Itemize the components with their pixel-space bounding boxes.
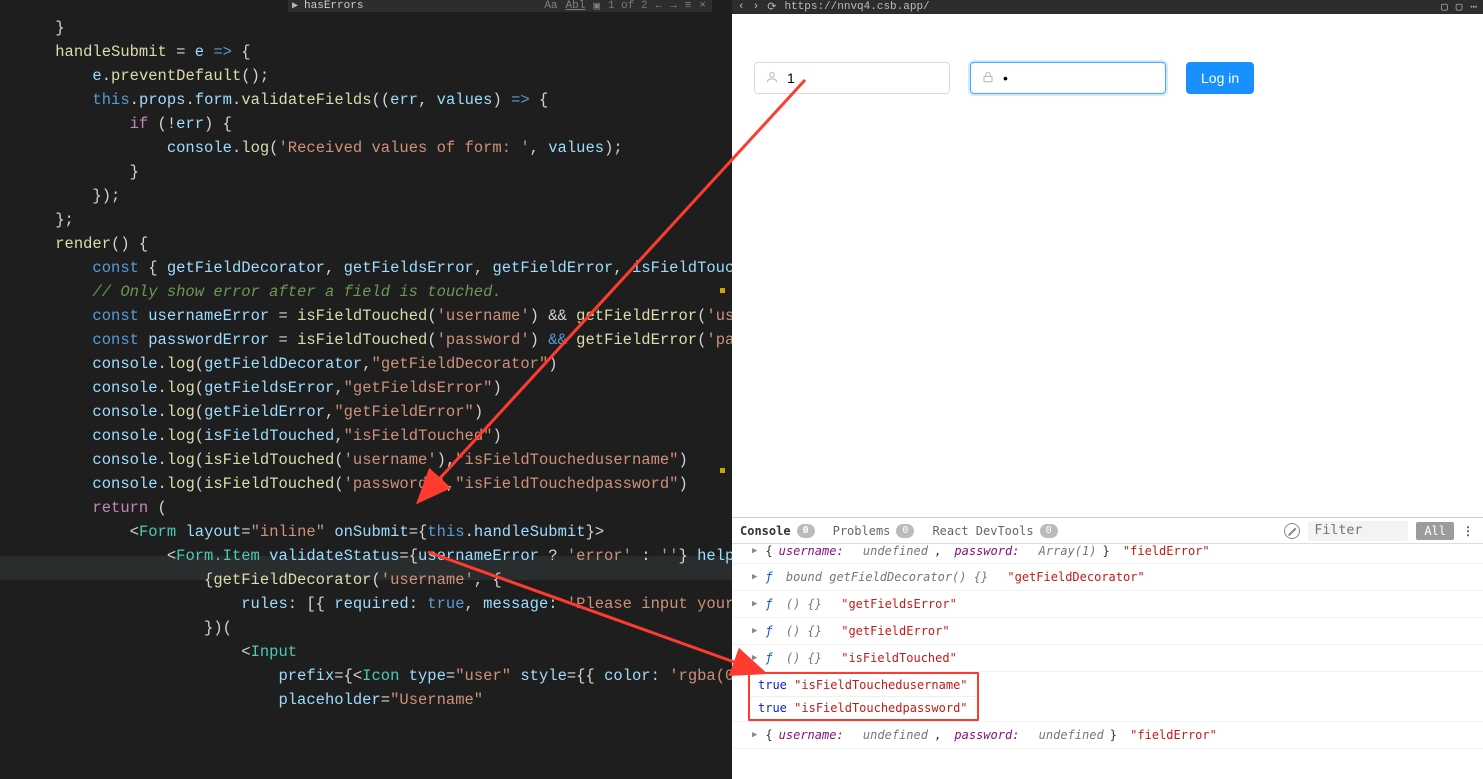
code-line[interactable]: const { getFieldDecorator, getFieldsErro… — [18, 256, 732, 280]
open-new-window-icon[interactable]: ▢ — [1441, 0, 1448, 14]
tab-console[interactable]: Console 0 — [740, 524, 815, 538]
code-line[interactable]: console.log('Received values of form: ',… — [18, 136, 732, 160]
regex-icon[interactable]: ▣ — [593, 0, 600, 13]
browser-toolbar: ‹ › ⟳ https://nnvq4.csb.app/ ▢ ▢ ⋯ — [732, 0, 1483, 14]
code-line[interactable]: const passwordError = isFieldTouched('pa… — [18, 328, 732, 352]
expand-icon[interactable]: ▶ — [752, 653, 757, 663]
expand-icon[interactable]: ▶ — [752, 572, 757, 582]
code-line[interactable]: prefix={<Icon type="user" style={{ color… — [18, 664, 732, 688]
code-line[interactable]: console.log(isFieldTouched,"isFieldTouch… — [18, 424, 732, 448]
reload-icon[interactable]: ⟳ — [767, 0, 776, 14]
console-output[interactable]: ▶{username: undefined, password: Array(1… — [732, 544, 1483, 779]
user-icon — [765, 70, 779, 87]
expand-icon[interactable]: ▶ — [752, 546, 757, 556]
tab-react-devtools[interactable]: React DevTools 0 — [932, 524, 1057, 538]
code-line[interactable]: }; — [18, 208, 732, 232]
clear-console-icon[interactable] — [1284, 523, 1300, 539]
annotation-highlight-box: true "isFieldTouchedusername"true "isFie… — [748, 672, 979, 721]
code-line[interactable]: {getFieldDecorator('username', { — [18, 568, 732, 592]
code-line[interactable]: <Form layout="inline" onSubmit={this.han… — [18, 520, 732, 544]
code-line[interactable]: })( — [18, 616, 732, 640]
code-line[interactable]: console.log(getFieldError,"getFieldError… — [18, 400, 732, 424]
code-line[interactable]: e.preventDefault(); — [18, 64, 732, 88]
back-icon[interactable]: ‹ — [738, 1, 745, 13]
expand-icon[interactable]: ▶ — [752, 599, 757, 609]
preview-viewport: 1 • Log in — [732, 14, 1483, 517]
console-entry[interactable]: ▶ƒ bound getFieldDecorator() {} "getFiel… — [732, 564, 1483, 591]
code-line[interactable]: const usernameError = isFieldTouched('us… — [18, 304, 732, 328]
next-match-icon[interactable]: → — [670, 0, 677, 12]
chevron-right-icon[interactable]: ▶ — [292, 0, 298, 12]
browser-pane: ‹ › ⟳ https://nnvq4.csb.app/ ▢ ▢ ⋯ 1 • L… — [732, 0, 1483, 779]
password-input[interactable]: • — [970, 62, 1166, 94]
console-entry[interactable]: ▶ƒ () {} "isFieldTouched" — [732, 645, 1483, 672]
expand-icon[interactable]: ▶ — [752, 730, 757, 740]
whole-word-icon[interactable]: Abl — [566, 0, 586, 12]
devtools-tabs: Console 0 Problems 0 React DevTools 0 Al… — [732, 518, 1483, 544]
console-entry[interactable]: ▶{username: undefined, password: undefin… — [732, 722, 1483, 749]
console-entry[interactable]: ▶{username: undefined, password: Array(1… — [732, 544, 1483, 564]
code-body[interactable]: } handleSubmit = e => { e.preventDefault… — [0, 0, 732, 712]
code-editor[interactable]: ▶ hasErrors Aa Abl ▣ 1 of 2 ← → ≡ × } ha… — [0, 0, 732, 779]
code-line[interactable]: console.log(isFieldTouched('username'),"… — [18, 448, 732, 472]
open-new-window-icon[interactable]: ▢ — [1456, 0, 1463, 14]
username-value: 1 — [787, 70, 795, 86]
code-line[interactable]: handleSubmit = e => { — [18, 40, 732, 64]
forward-icon[interactable]: › — [753, 1, 760, 13]
console-entry[interactable]: ▶ƒ () {} "getFieldsError" — [732, 591, 1483, 618]
code-line[interactable]: } — [18, 160, 732, 184]
username-input[interactable]: 1 — [754, 62, 950, 94]
code-line[interactable]: console.log(getFieldsError,"getFieldsErr… — [18, 376, 732, 400]
code-line[interactable]: }); — [18, 184, 732, 208]
find-widget[interactable]: ▶ hasErrors Aa Abl ▣ 1 of 2 ← → ≡ × — [288, 0, 712, 12]
code-line[interactable]: return ( — [18, 496, 732, 520]
prev-match-icon[interactable]: ← — [656, 0, 663, 12]
devtools-panel[interactable]: Console 0 Problems 0 React DevTools 0 Al… — [732, 517, 1483, 779]
code-line[interactable]: this.props.form.validateFields((err, val… — [18, 88, 732, 112]
console-filter-input[interactable] — [1308, 521, 1408, 541]
lock-icon — [981, 70, 995, 87]
more-icon[interactable]: ⋯ — [1470, 0, 1477, 14]
expand-icon[interactable]: ▶ — [752, 626, 757, 636]
find-query[interactable]: hasErrors — [304, 0, 363, 12]
code-line[interactable]: render() { — [18, 232, 732, 256]
code-line[interactable]: console.log(getFieldDecorator,"getFieldD… — [18, 352, 732, 376]
code-line[interactable]: console.log(isFieldTouched('password'),"… — [18, 472, 732, 496]
more-icon[interactable]: ⋮ — [1462, 524, 1475, 538]
url-bar[interactable]: https://nnvq4.csb.app/ — [784, 1, 929, 13]
code-line[interactable]: <Form.Item validateStatus={usernameError… — [18, 544, 732, 568]
tab-problems[interactable]: Problems 0 — [833, 524, 915, 538]
code-line[interactable]: if (!err) { — [18, 112, 732, 136]
code-line[interactable]: // Only show error after a field is touc… — [18, 280, 732, 304]
filter-all-button[interactable]: All — [1416, 522, 1454, 540]
code-line[interactable]: <Input — [18, 640, 732, 664]
code-line[interactable]: rules: [{ required: true, message: 'Plea… — [18, 592, 732, 616]
match-case-icon[interactable]: Aa — [544, 0, 557, 12]
password-value: • — [1003, 70, 1008, 86]
code-line[interactable]: placeholder="Username" — [18, 688, 732, 712]
console-entry[interactable]: ▶ƒ () {} "getFieldError" — [732, 618, 1483, 645]
close-icon[interactable]: × — [699, 0, 706, 12]
code-line[interactable]: } — [18, 16, 732, 40]
login-button[interactable]: Log in — [1186, 62, 1254, 94]
find-result-count: 1 of 2 — [608, 0, 648, 12]
find-in-selection-icon[interactable]: ≡ — [685, 0, 692, 12]
